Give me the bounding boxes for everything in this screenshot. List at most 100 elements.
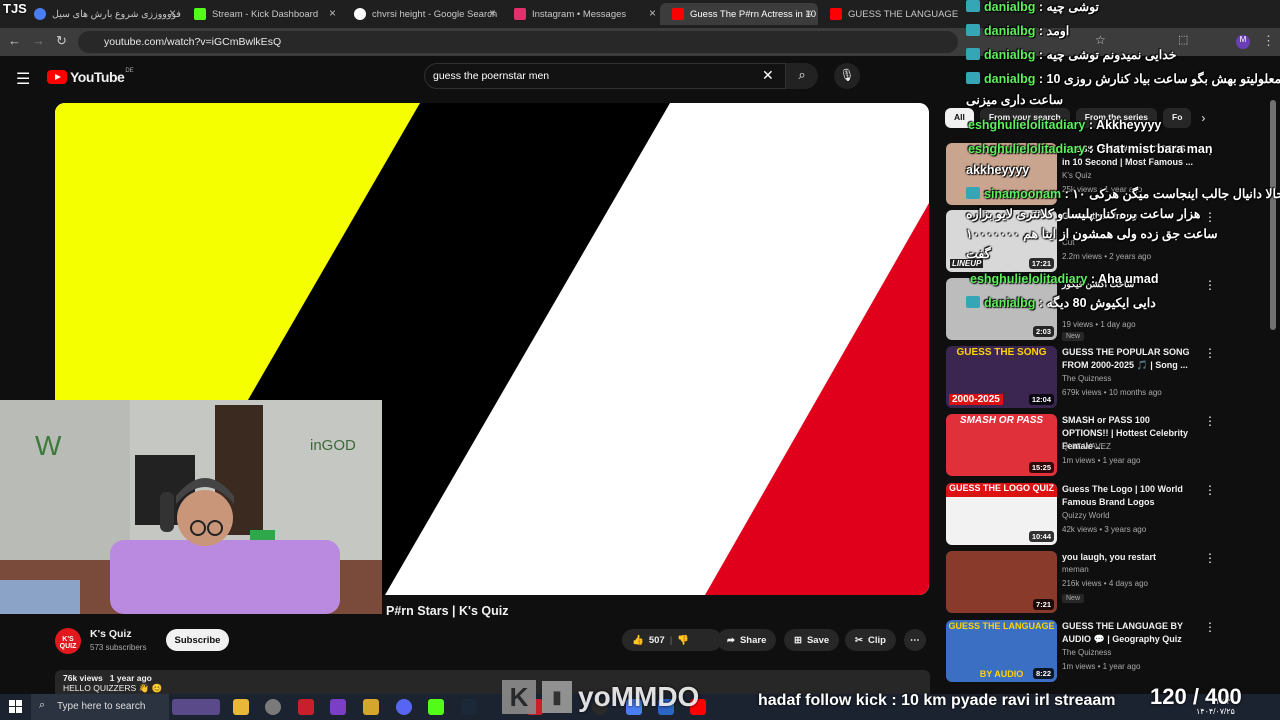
obs-icon[interactable]	[265, 699, 281, 715]
rec-title[interactable]: Guess The Logo | 100 World Famous Brand …	[1062, 483, 1194, 509]
more-vertical-icon[interactable]: ⋮	[1204, 620, 1216, 634]
video-thumbnail[interactable]: 2:03	[946, 278, 1057, 340]
close-icon[interactable]: ×	[805, 6, 812, 20]
streamer-webcam: W inGOD	[0, 400, 382, 614]
discord-icon[interactable]	[396, 699, 412, 715]
rec-channel[interactable]: The Quizness	[1062, 374, 1111, 383]
rec-title[interactable]: Guess the Lineup	[1062, 210, 1194, 223]
more-vertical-icon[interactable]: ⋮	[1204, 278, 1216, 292]
tab-youtube-active[interactable]: Guess The P#rn Actress in 10 S ×	[660, 3, 818, 25]
chip-from-your-search[interactable]: From your search	[979, 108, 1070, 128]
more-vertical-icon[interactable]: ⋮	[1204, 210, 1216, 224]
rec-title[interactable]: GUESS THE POPULAR SONG FROM 2000-2025 🎵 …	[1062, 346, 1194, 372]
extensions-icon[interactable]: ⬚	[1178, 33, 1188, 46]
recommended-video[interactable]: GUESS THE P#RN ACTRESS in 10 Second | Mo…	[946, 143, 1266, 205]
news-widget-icon[interactable]	[172, 699, 220, 715]
youtube-logo[interactable]: YouTube DE	[47, 68, 134, 85]
tab-google-search[interactable]: chvrsi height - Google Search ×	[342, 3, 502, 25]
voice-search-button[interactable]: 🎙	[834, 63, 860, 89]
close-icon[interactable]: ×	[329, 6, 336, 20]
recommended-video[interactable]: GUESS THE LANGUAGE BY AUDIO 8:22 GUESS T…	[946, 620, 1266, 682]
reload-icon[interactable]: ↻	[56, 33, 67, 49]
rec-title[interactable]: ساخت اکشن فیگور	[1062, 278, 1194, 291]
duration-badge: 10:44	[1028, 531, 1054, 542]
taskbar-search[interactable]: ⌕ Type here to search	[31, 694, 169, 720]
search-input[interactable]: guess the poernstar men	[424, 63, 786, 89]
recommended-video[interactable]: 2:03 ساخت اکشن فیگور 19 views • 1 day ag…	[946, 278, 1266, 341]
kick-app-icon[interactable]	[428, 699, 444, 715]
stream-branding: K ▮ yoMMDO	[502, 680, 699, 714]
follow-goal-text: hadaf follow kick : 10 km pyade ravi irl…	[758, 692, 1116, 709]
rec-channel[interactable]: The Quizness	[1062, 648, 1111, 657]
back-arrow-icon[interactable]: ←	[8, 33, 21, 48]
rec-channel[interactable]: K's Quiz	[1062, 171, 1092, 180]
profile-avatar-icon[interactable]: M	[1236, 35, 1250, 49]
tab-persian[interactable]: فووووززی شروع بارش های سیل ×	[22, 3, 182, 25]
close-icon[interactable]: ×	[489, 6, 496, 20]
sidebar-scrollbar[interactable]	[1270, 100, 1276, 330]
chip-from-the-series[interactable]: From the series	[1075, 108, 1157, 128]
recommended-video[interactable]: 7:21 you laugh, you restart meman 216k v…	[946, 551, 1266, 613]
recommended-video[interactable]: SMASH OR PASS 15:25 SMASH or PASS 100 OP…	[946, 414, 1266, 476]
more-vertical-icon[interactable]: ⋮	[1204, 414, 1216, 428]
chip-more[interactable]: Fo	[1163, 108, 1192, 128]
channel-name[interactable]: K's Quiz	[90, 628, 132, 640]
app-yellow-icon[interactable]	[363, 699, 379, 715]
chip-all[interactable]: All	[945, 108, 974, 128]
share-button[interactable]: ➦ Share	[717, 629, 777, 651]
windows-start-icon[interactable]	[9, 700, 22, 713]
recommended-video[interactable]: GUESS THE LOGO QUIZ 10:44 Guess The Logo…	[946, 483, 1266, 545]
rec-channel[interactable]: Quizzy World	[1062, 511, 1109, 520]
video-thumbnail[interactable]: SMASH OR PASS 15:25	[946, 414, 1057, 476]
browser-tab-bar: فووووززی شروع بارش های سیل × Stream - Ki…	[0, 0, 1280, 28]
rec-title[interactable]: GUESS THE P#RN ACTRESS in 10 Second | Mo…	[1062, 143, 1194, 169]
rec-meta: 216k views • 4 days ago	[1062, 579, 1148, 588]
rec-meta: 679k views • 10 months ago	[1062, 388, 1162, 397]
search-icon: ⌕	[798, 67, 806, 82]
menu-kebab-icon[interactable]: ⋮	[1262, 33, 1275, 49]
channel-avatar[interactable]: K'S QUIZ	[55, 628, 81, 654]
twitch-icon[interactable]	[330, 699, 346, 715]
close-icon[interactable]: ×	[649, 6, 656, 20]
more-actions-button[interactable]: ⋯	[904, 629, 926, 651]
recommended-video[interactable]: GUESS THE SONG 2000-2025 12:04 GUESS THE…	[946, 346, 1266, 408]
forward-arrow-icon[interactable]: →	[32, 33, 45, 48]
thumbs-down-icon[interactable]: 👎	[677, 635, 689, 646]
video-thumbnail[interactable]	[946, 143, 1057, 205]
tab-kick-dashboard[interactable]: Stream - Kick Dashboard ×	[182, 3, 342, 25]
search-button[interactable]: ⌕	[786, 63, 818, 89]
thumbs-up-icon[interactable]: 👍	[632, 635, 644, 646]
rec-title[interactable]: you laugh, you restart	[1062, 551, 1194, 564]
subscribe-button[interactable]: Subscribe	[166, 629, 229, 651]
like-count[interactable]: 507	[649, 635, 665, 646]
bookmark-star-icon[interactable]: ☆	[1095, 33, 1106, 47]
youtube-icon	[672, 8, 684, 20]
save-button[interactable]: ⊞ Save	[784, 629, 840, 651]
folder-icon[interactable]	[233, 699, 249, 715]
video-thumbnail[interactable]: GUESS THE LOGO QUIZ 10:44	[946, 483, 1057, 545]
rec-channel[interactable]: Cut	[1062, 238, 1074, 247]
tab-instagram[interactable]: Instagram • Messages ×	[502, 3, 662, 25]
youtube-header: ☰ YouTube DE guess the poernstar men ✕ ⌕…	[0, 56, 940, 100]
steam-icon[interactable]	[461, 699, 477, 715]
more-vertical-icon[interactable]: ⋮	[1204, 143, 1216, 157]
more-vertical-icon[interactable]: ⋮	[1204, 483, 1216, 497]
chevron-right-icon[interactable]: ›	[1201, 111, 1205, 125]
more-vertical-icon[interactable]: ⋮	[1204, 346, 1216, 360]
video-thumbnail[interactable]: LINEUP 17:21	[946, 210, 1057, 272]
hamburger-menu-icon[interactable]: ☰	[16, 69, 30, 89]
clear-search-icon[interactable]: ✕	[762, 67, 774, 84]
more-vertical-icon[interactable]: ⋮	[1204, 551, 1216, 565]
close-icon[interactable]: ×	[169, 6, 176, 20]
rec-channel[interactable]: QUIZ WAVEZ	[1062, 442, 1111, 451]
url-field[interactable]: youtube.com/watch?v=iGCmBwlkEsQ	[78, 31, 958, 53]
rec-channel[interactable]: meman	[1062, 565, 1089, 574]
app-red-icon[interactable]	[298, 699, 314, 715]
video-thumbnail[interactable]: 7:21	[946, 551, 1057, 613]
clip-button[interactable]: ✂ Clip	[845, 629, 896, 651]
tab-youtube-language[interactable]: GUESS THE LANGUAGE BY AU	[818, 3, 958, 25]
recommended-video[interactable]: LINEUP 17:21 Guess the Lineup Cut 2.2m v…	[946, 210, 1266, 272]
rec-title[interactable]: GUESS THE LANGUAGE BY AUDIO 💬 | Geograph…	[1062, 620, 1194, 646]
video-thumbnail[interactable]: GUESS THE LANGUAGE BY AUDIO 8:22	[946, 620, 1057, 682]
video-thumbnail[interactable]: GUESS THE SONG 2000-2025 12:04	[946, 346, 1057, 408]
